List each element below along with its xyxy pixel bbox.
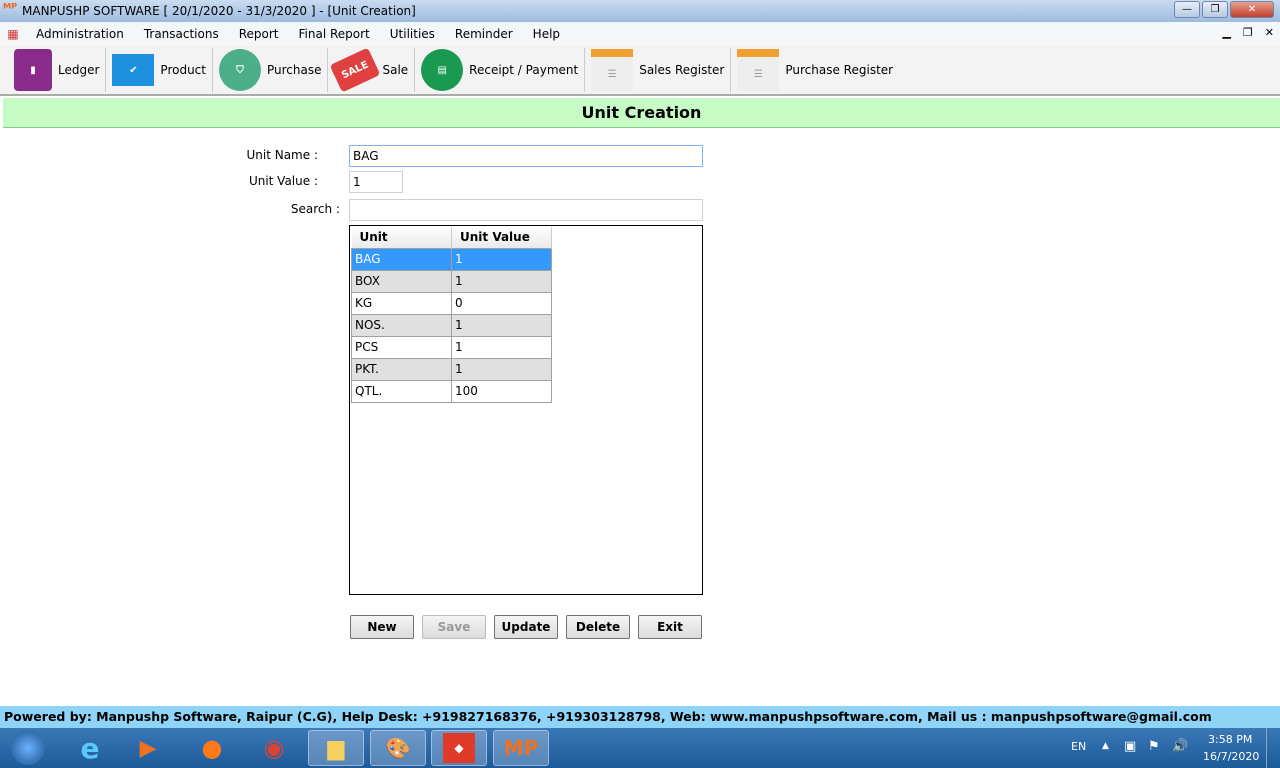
table-row[interactable]: QTL. 100 (351, 379, 552, 403)
unit-name-label: Unit Name : (246, 148, 318, 162)
column-header-unit[interactable]: Unit (351, 227, 452, 248)
language-indicator[interactable]: EN (1071, 740, 1086, 753)
taskbar: e ▶ ● ◉ ▆ 🎨 ◆ MP EN ▲ ▣ ⚑ 🔊 3:58 PM 16/7… (0, 728, 1280, 768)
table-row[interactable]: BOX 1 (351, 269, 552, 293)
products-icon: ✔ (112, 54, 155, 86)
sale-tag-icon: SALE (330, 47, 381, 93)
toolbar: ▮ Ledger ✔ Product ⛉ Purchase SALE Sale ▤ Rec… (0, 46, 1280, 96)
toolbar-receipt-payment-button[interactable]: ▤ Receipt / Payment (415, 48, 586, 92)
cell-unit[interactable]: QTL. (351, 379, 452, 403)
toolbar-label: Purchase Register (785, 63, 894, 77)
cell-unit-value[interactable]: 100 (451, 379, 552, 403)
exit-button[interactable]: Exit (638, 615, 702, 639)
toolbar-label: Sale (382, 63, 409, 77)
cell-unit-value[interactable]: 1 (451, 335, 552, 359)
action-center-flag-icon[interactable]: ⚑ (1148, 739, 1160, 754)
cell-unit[interactable]: PKT. (351, 357, 452, 381)
firefox-icon[interactable]: ● (184, 730, 240, 766)
menu-administration[interactable]: Administration (26, 27, 134, 41)
toolbar-label: Receipt / Payment (469, 63, 579, 77)
cell-unit[interactable]: NOS. (351, 313, 452, 337)
internet-explorer-icon[interactable]: e (62, 730, 118, 766)
cell-unit-value[interactable]: 0 (451, 291, 552, 315)
menu-final-report[interactable]: Final Report (289, 27, 380, 41)
show-desktop-button[interactable] (1266, 728, 1280, 768)
new-button[interactable]: New (350, 615, 414, 639)
clock-time[interactable]: 3:58 PM (1208, 733, 1252, 746)
restore-button[interactable]: ❐ (1202, 1, 1228, 18)
save-button[interactable]: Save (422, 615, 486, 639)
menu-help[interactable]: Help (523, 27, 570, 41)
title-bar: ᴹᴾ MANPUSHP SOFTWARE [ 20/1/2020 - 31/3/… (0, 0, 1280, 22)
tray-expand-icon[interactable]: ▲ (1102, 741, 1109, 751)
start-button[interactable] (0, 730, 56, 766)
toolbar-sale-button[interactable]: SALE Sale (328, 47, 416, 93)
windows-logo-icon (11, 731, 45, 765)
cell-unit-value[interactable]: 1 (451, 313, 552, 337)
toolbar-label: Ledger (58, 63, 100, 77)
toolbar-label: Purchase (266, 63, 322, 77)
cell-unit[interactable]: KG (351, 291, 452, 315)
table-row[interactable]: NOS. 1 (351, 313, 552, 337)
toolbar-ledger-button[interactable]: ▮ Ledger (8, 48, 107, 92)
unit-value-input[interactable] (349, 171, 403, 193)
toolbar-purchase-register-button[interactable]: ☰ Purchase Register (731, 48, 899, 92)
table-row[interactable]: BAG 1 (351, 247, 552, 271)
cell-unit-value[interactable]: 1 (451, 269, 552, 293)
basket-icon: ⛉ (218, 49, 261, 91)
toolbar-label: Product (160, 63, 206, 77)
unit-value-label: Unit Value : (248, 174, 318, 188)
mdi-restore-button[interactable]: ❐ (1243, 26, 1253, 39)
anydesk-icon[interactable]: ◆ (431, 730, 487, 766)
mdi-close-button[interactable]: ✕ (1265, 26, 1274, 39)
toolbar-sales-register-button[interactable]: ☰ Sales Register (585, 48, 732, 92)
toolbar-label: Sales Register (639, 63, 725, 77)
window-title: MANPUSHP SOFTWARE [ 20/1/2020 - 31/3/202… (22, 4, 416, 18)
clock-date[interactable]: 16/7/2020 (1203, 750, 1259, 763)
update-button[interactable]: Update (494, 615, 558, 639)
menu-reminder[interactable]: Reminder (445, 27, 523, 41)
register-icon: ☰ (737, 49, 780, 91)
table-row[interactable]: PCS 1 (351, 335, 552, 359)
mdi-minimize-button[interactable]: ▁ (1222, 26, 1230, 39)
toolbar-product-button[interactable]: ✔ Product (106, 48, 213, 92)
media-player-icon[interactable]: ▶ (120, 730, 176, 766)
manpushp-app-icon[interactable]: MP (493, 730, 549, 766)
menu-utilities[interactable]: Utilities (380, 27, 445, 41)
toolbar-purchase-button[interactable]: ⛉ Purchase (213, 48, 329, 92)
unit-grid[interactable]: Unit Unit Value BAG 1 BOX 1 KG 0 NOS. 1 PCS 1 … (349, 225, 703, 595)
app-logo-icon: ᴹᴾ (3, 2, 18, 17)
paint-icon[interactable]: 🎨 (370, 730, 426, 766)
page-title: Unit Creation (3, 98, 1280, 128)
close-button[interactable]: ✕ (1230, 1, 1274, 18)
search-label: Search : (290, 202, 340, 216)
minimize-button[interactable]: — (1174, 1, 1200, 18)
menu-transactions[interactable]: Transactions (134, 27, 229, 41)
ledger-book-icon: ▮ (14, 49, 52, 91)
cell-unit[interactable]: BAG (351, 247, 452, 271)
file-explorer-icon[interactable]: ▆ (308, 730, 364, 766)
menu-bar: ▦ Administration Transactions Report Fin… (0, 22, 1280, 46)
receipt-icon: ▤ (421, 49, 464, 91)
app-menu-icon[interactable]: ▦ (0, 27, 26, 41)
cell-unit[interactable]: BOX (351, 269, 452, 293)
cell-unit[interactable]: PCS (351, 335, 452, 359)
register-icon: ☰ (591, 49, 634, 91)
status-bar: Powered by: Manpushp Software, Raipur (C… (0, 706, 1280, 728)
menu-report[interactable]: Report (229, 27, 289, 41)
column-header-unit-value[interactable]: Unit Value (451, 227, 552, 248)
unit-name-input[interactable] (349, 145, 703, 167)
network-icon[interactable]: ▣ (1124, 739, 1136, 754)
delete-button[interactable]: Delete (566, 615, 630, 639)
cell-unit-value[interactable]: 1 (451, 357, 552, 381)
search-input[interactable] (349, 199, 703, 221)
cell-unit-value[interactable]: 1 (451, 247, 552, 271)
volume-icon[interactable]: 🔊 (1172, 739, 1188, 754)
table-row[interactable]: KG 0 (351, 291, 552, 315)
chrome-icon[interactable]: ◉ (246, 730, 302, 766)
table-row[interactable]: PKT. 1 (351, 357, 552, 381)
